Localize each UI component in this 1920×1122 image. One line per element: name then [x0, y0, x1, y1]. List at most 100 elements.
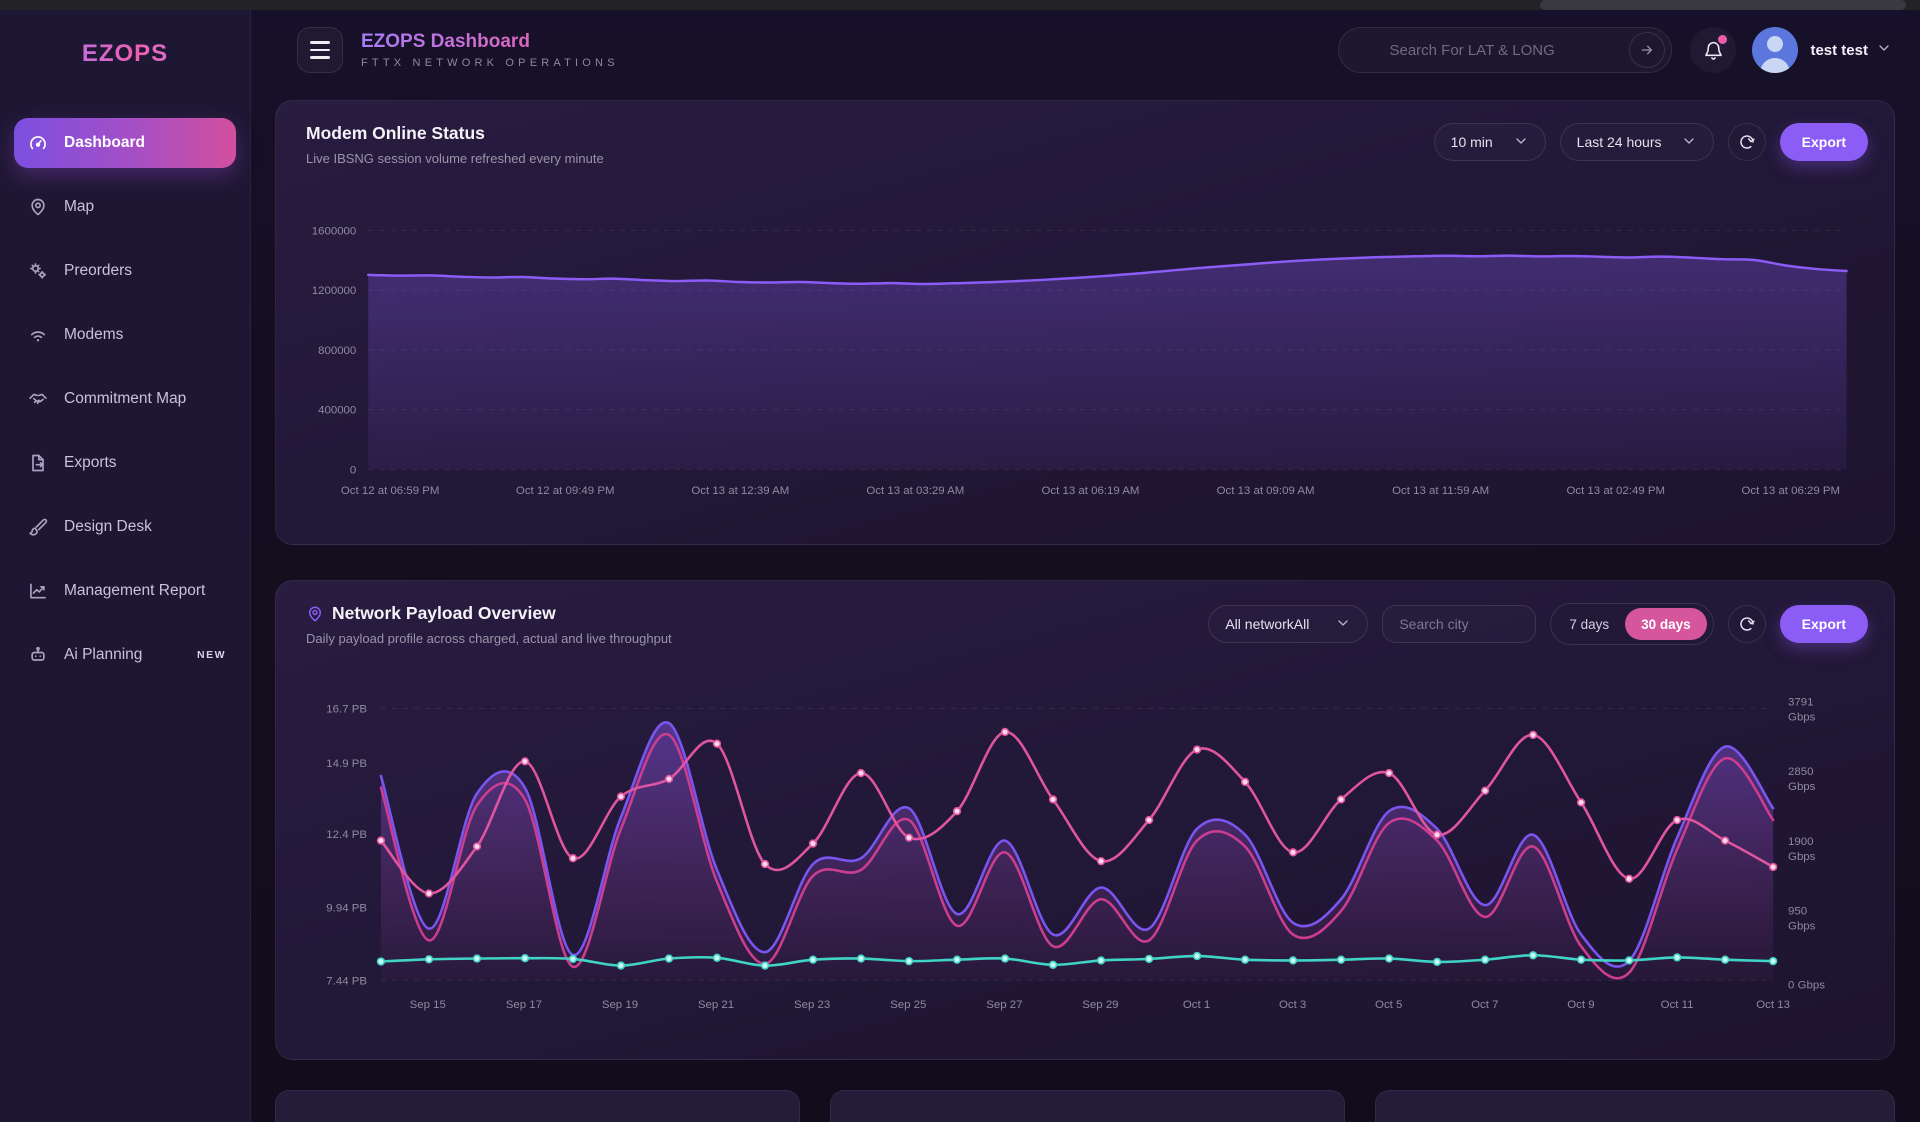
sidebar-item-design-desk[interactable]: Design Desk — [14, 502, 236, 552]
page-subtitle: FTTX NETWORK OPERATIONS — [361, 57, 619, 69]
header-actions: test test — [1338, 27, 1892, 73]
sidebar-item-modems[interactable]: Modems — [14, 310, 236, 360]
sidebar-item-label: Map — [64, 198, 94, 216]
sidebar-item-management-report[interactable]: Management Report — [14, 566, 236, 616]
card-stub — [1375, 1090, 1895, 1122]
modem-online-chart: 1600000 1200000 800000 400000 0 Oct 12 at 06:… — [276, 101, 1894, 544]
header-title-block: EZOPS Dashboard FTTX NETWORK OPERATIONS — [361, 31, 619, 69]
gauge-icon — [28, 133, 48, 153]
x-axis-label: Oct 13 at 06:19 AM — [1042, 485, 1140, 497]
y-axis-label: 0 — [350, 464, 356, 476]
left-axis-label: 9.94 PB — [326, 903, 367, 915]
map-pin-icon — [28, 197, 48, 217]
notification-dot — [1718, 35, 1727, 44]
scrollbar-thumb[interactable] — [1540, 0, 1906, 10]
sidebar-item-label: Design Desk — [64, 518, 152, 536]
x-axis-label: Sep 15 — [410, 999, 446, 1011]
search-input[interactable] — [1339, 28, 1629, 72]
sidebar-item-ai-planning[interactable]: Ai Planning NEW — [14, 630, 236, 680]
x-axis-label: Oct 13 at 11:59 AM — [1392, 485, 1489, 497]
x-axis-label: Oct 3 — [1279, 999, 1306, 1011]
right-axis-label: Gbps — [1788, 921, 1816, 933]
right-axis-label: 3791 — [1788, 696, 1813, 708]
menu-toggle-button[interactable] — [297, 27, 343, 73]
avatar[interactable] — [1752, 27, 1798, 73]
x-axis-label: Oct 1 — [1183, 999, 1210, 1011]
sidebar-item-map[interactable]: Map — [14, 182, 236, 232]
x-axis-label: Sep 17 — [506, 999, 542, 1011]
x-axis-label: Oct 5 — [1375, 999, 1402, 1011]
x-axis-label: Oct 7 — [1471, 999, 1498, 1011]
person-icon — [1752, 27, 1798, 73]
hamburger-icon — [310, 41, 330, 44]
x-axis-label: Oct 13 at 02:49 PM — [1566, 485, 1665, 497]
x-axis-label: Sep 25 — [890, 999, 926, 1011]
page-title: EZOPS Dashboard — [361, 31, 619, 53]
sidebar-item-label: Modems — [64, 326, 123, 344]
y-axis-label: 1600000 — [312, 225, 357, 237]
notifications-button[interactable] — [1690, 27, 1736, 73]
sidebar-item-exports[interactable]: Exports — [14, 438, 236, 488]
right-axis-label: 2850 — [1788, 766, 1813, 778]
sidebar-item-label: Ai Planning — [64, 646, 142, 664]
left-axis-label: 14.9 PB — [326, 758, 367, 770]
search-submit-button[interactable] — [1629, 32, 1665, 68]
x-axis-label: Sep 19 — [602, 999, 638, 1011]
sidebar-item-dashboard[interactable]: Dashboard — [14, 118, 236, 168]
user-name: test test — [1810, 42, 1868, 59]
sidebar-nav: Dashboard Map Preorders Modems Commitmen… — [14, 118, 236, 694]
right-axis-label: 1900 — [1788, 836, 1813, 848]
gears-icon — [28, 261, 48, 281]
sidebar-item-label: Commitment Map — [64, 390, 186, 408]
sidebar-item-label: Dashboard — [64, 134, 145, 152]
robot-icon — [28, 645, 48, 665]
x-axis-label: Oct 13 — [1756, 999, 1790, 1011]
x-axis-label: Oct 12 at 09:49 PM — [516, 485, 615, 497]
y-axis-label: 1200000 — [312, 285, 357, 297]
sidebar-item-preorders[interactable]: Preorders — [14, 246, 236, 296]
user-menu-chevron[interactable] — [1876, 40, 1892, 61]
arrow-right-icon — [1639, 42, 1655, 58]
new-badge: NEW — [197, 649, 226, 661]
paintbrush-icon — [28, 517, 48, 537]
sidebar-item-label: Exports — [64, 454, 117, 472]
lat-long-search — [1338, 27, 1672, 73]
sidebar: EZOPS Dashboard Map Preorders Modems Com… — [0, 10, 251, 1122]
left-axis-label: 7.44 PB — [326, 975, 367, 987]
x-axis-label: Oct 13 at 09:09 AM — [1217, 485, 1315, 497]
x-axis-label: Sep 29 — [1082, 999, 1118, 1011]
x-axis-label: Sep 21 — [698, 999, 734, 1011]
x-axis-label: Sep 27 — [986, 999, 1022, 1011]
top-header: EZOPS Dashboard FTTX NETWORK OPERATIONS … — [251, 10, 1920, 90]
y-axis-label: 800000 — [318, 345, 356, 357]
x-axis-label: Oct 11 — [1661, 999, 1694, 1011]
right-axis-label: 0 Gbps — [1788, 979, 1825, 991]
app-logo: EZOPS — [0, 40, 250, 68]
card-stub — [830, 1090, 1345, 1122]
x-axis-label: Sep 23 — [794, 999, 830, 1011]
dashboard-page: EZOPS Dashboard Map Preorders Modems Com… — [0, 0, 1920, 1122]
wifi-icon — [28, 325, 48, 345]
network-payload-chart: 16.7 PB 14.9 PB 12.4 PB 9.94 PB 7.44 PB 3791 G… — [276, 581, 1894, 1059]
x-axis-label: Oct 9 — [1567, 999, 1594, 1011]
right-axis-label: Gbps — [1788, 711, 1816, 723]
modem-online-status-card: Modem Online Status Live IBSNG session v… — [275, 100, 1895, 545]
x-axis-label: Oct 13 at 12:39 AM — [691, 485, 789, 497]
sidebar-item-label: Management Report — [64, 582, 205, 600]
browser-top-strip — [0, 0, 1920, 10]
x-axis-label: Oct 13 at 03:29 AM — [866, 485, 964, 497]
y-axis-label: 400000 — [318, 405, 356, 417]
x-axis-label: Oct 13 at 06:29 PM — [1742, 485, 1841, 497]
sidebar-item-label: Preorders — [64, 262, 132, 280]
right-axis-label: 950 — [1788, 906, 1807, 918]
chart-line-icon — [28, 581, 48, 601]
left-axis-label: 12.4 PB — [326, 829, 367, 841]
left-axis-label: 16.7 PB — [326, 703, 367, 715]
chevron-down-icon — [1876, 40, 1892, 56]
sidebar-item-commitment-map[interactable]: Commitment Map — [14, 374, 236, 424]
card-stub — [275, 1090, 800, 1122]
right-axis-label: Gbps — [1788, 781, 1816, 793]
network-payload-card: Network Payload Overview Daily payload p… — [275, 580, 1895, 1060]
x-axis-label: Oct 12 at 06:59 PM — [341, 485, 440, 497]
file-export-icon — [28, 453, 48, 473]
